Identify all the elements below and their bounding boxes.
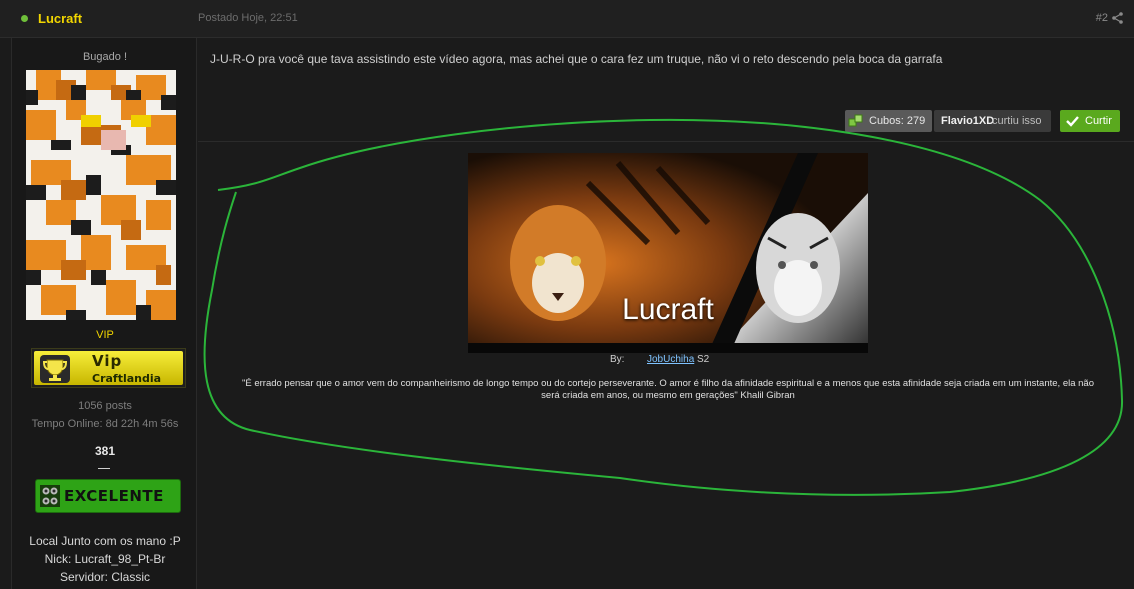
signature-banner-title: Lucraft [622, 293, 714, 326]
member-title: Bugado ! [82, 51, 128, 63]
credit-by-label: By: [610, 354, 625, 365]
signature-quote: "É errado pensar que o amor vem do compa… [213, 378, 1123, 402]
member-server: Servidor: Classic [59, 570, 151, 584]
post-message: J-U-R-O pra você que tava assistindo est… [210, 52, 943, 66]
vip-badge-title: Vip [92, 352, 123, 370]
share-icon[interactable] [1112, 12, 1123, 24]
reputation-badge: EXCELENTE [35, 479, 181, 513]
check-icon [1066, 116, 1079, 127]
vip-badge: Vip Craftlandia [31, 348, 186, 388]
cubos-button[interactable]: Cubos: 279 [845, 110, 932, 132]
credit-link[interactable]: JobUchiha [647, 354, 694, 365]
trophy-icon [40, 355, 70, 383]
post-number[interactable]: #2 [1096, 12, 1108, 24]
signature-divider [198, 141, 1134, 142]
liked-text: curtiu isso [992, 115, 1042, 127]
member-nick: Nick: Lucraft_98_Pt-Br [44, 552, 166, 566]
author-sidebar: Bugado ! VIP Vip Craftlandia 1056 posts … [11, 38, 197, 589]
like-button-label: Curtir [1085, 115, 1112, 127]
excelente-icon [40, 485, 60, 507]
signature-quote-line-1: "É errado pensar que o amor vem do compa… [241, 378, 1094, 389]
reputation-count: 381 [94, 444, 116, 458]
liker-name[interactable]: Flavio1XD [941, 115, 994, 127]
author-name[interactable]: Lucraft [38, 11, 82, 26]
credit-suffix: S2 [697, 354, 710, 365]
online-status-dot [21, 15, 28, 22]
likes-summary: Flavio1XD curtiu isso [934, 110, 1051, 132]
post-date: Postado Hoje, 22:51 [198, 12, 298, 24]
post-count: 1056 posts [78, 400, 132, 412]
signature-banner: Lucraft [468, 153, 868, 353]
reputation-badge-label: EXCELENTE [64, 487, 164, 505]
cube-icon [848, 114, 863, 127]
member-rank: VIP [96, 329, 114, 341]
signature-quote-line-2: será criada em anos, ou mesmo em geraçõe… [541, 390, 795, 401]
member-location: Local Junto com os mano :P [29, 534, 181, 548]
vip-badge-subtitle: Craftlandia [92, 372, 162, 385]
online-time: Tempo Online: 8d 22h 4m 56s [31, 418, 179, 430]
avatar[interactable] [26, 70, 176, 320]
like-button[interactable]: Curtir [1060, 110, 1120, 132]
cubos-count: Cubos: 279 [869, 115, 926, 127]
post-header: Lucraft Postado Hoje, 22:51 #2 [0, 0, 1134, 38]
reputation-divider [98, 468, 110, 469]
